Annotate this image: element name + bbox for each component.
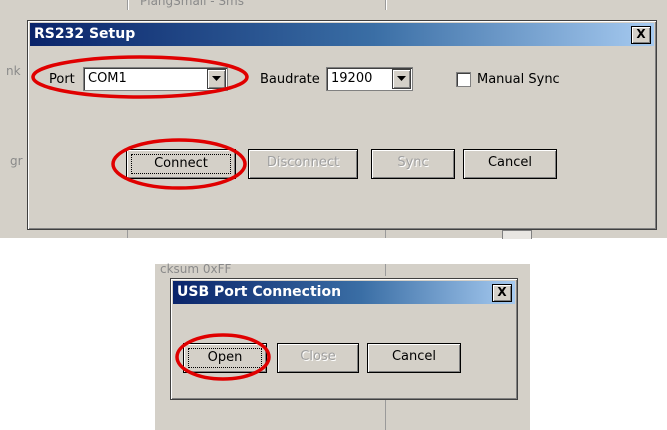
usb-port-connection-dialog: USB Port Connection X Open Close Cancel [170,278,518,400]
rs232-dialog-title: RS232 Setup [34,26,136,42]
rs232-close-button[interactable]: X [631,26,651,44]
connect-button[interactable]: Connect [126,149,236,179]
sync-button-label: Sync [397,155,429,170]
focus-ring: Connect [131,154,231,174]
background-left-text-2: gr [10,154,23,168]
sync-button[interactable]: Sync [371,149,455,179]
usb-cancel-button-label: Cancel [391,349,437,364]
manual-sync-checkbox[interactable] [456,72,471,87]
usb-close-action-button[interactable]: Close [277,343,359,373]
baudrate-dropdown-button[interactable] [392,69,411,89]
port-dropdown-button[interactable] [207,69,226,89]
rs232-cancel-button-label: Cancel [487,155,533,170]
port-select[interactable]: COM1 [83,67,228,91]
open-button-label: Open [207,350,243,365]
baudrate-label: Baudrate [260,72,320,87]
baudrate-select-value: 19200 [331,71,373,86]
chevron-down-icon [212,76,221,81]
background-divider [128,0,129,10]
manual-sync-label[interactable]: Manual Sync [477,72,560,87]
rs232-cancel-button[interactable]: Cancel [463,149,557,179]
usb-close-button[interactable]: X [492,284,512,302]
usb-close-action-label: Close [300,349,336,364]
usb-dialog-title: USB Port Connection [177,284,342,300]
background-bottom-text: cksum 0xFF [160,262,232,276]
baudrate-select[interactable]: 19200 [326,67,413,91]
rs232-setup-dialog: RS232 Setup X Port COM1 Baudrate 19200 M… [27,20,657,230]
rs232-title-bar[interactable]: RS232 Setup X [30,23,654,46]
focus-ring: Open [188,348,262,368]
background-divider [386,0,387,10]
background-top-text: PlangSmall - Sms [140,0,244,8]
chevron-down-icon [397,76,406,81]
close-icon: X [497,285,507,299]
usb-title-bar[interactable]: USB Port Connection X [173,281,515,304]
background-divider [385,264,386,276]
background-left-text-1: nk [6,64,21,78]
disconnect-button[interactable]: Disconnect [248,149,358,179]
disconnect-button-label: Disconnect [266,155,340,170]
background-dropdown-edge [502,230,532,239]
usb-cancel-button[interactable]: Cancel [367,343,461,373]
port-select-value: COM1 [88,71,127,86]
connect-button-label: Connect [154,156,208,171]
close-icon: X [636,27,646,41]
port-label: Port [49,72,75,87]
open-button[interactable]: Open [183,343,267,373]
background-divider [385,398,386,430]
